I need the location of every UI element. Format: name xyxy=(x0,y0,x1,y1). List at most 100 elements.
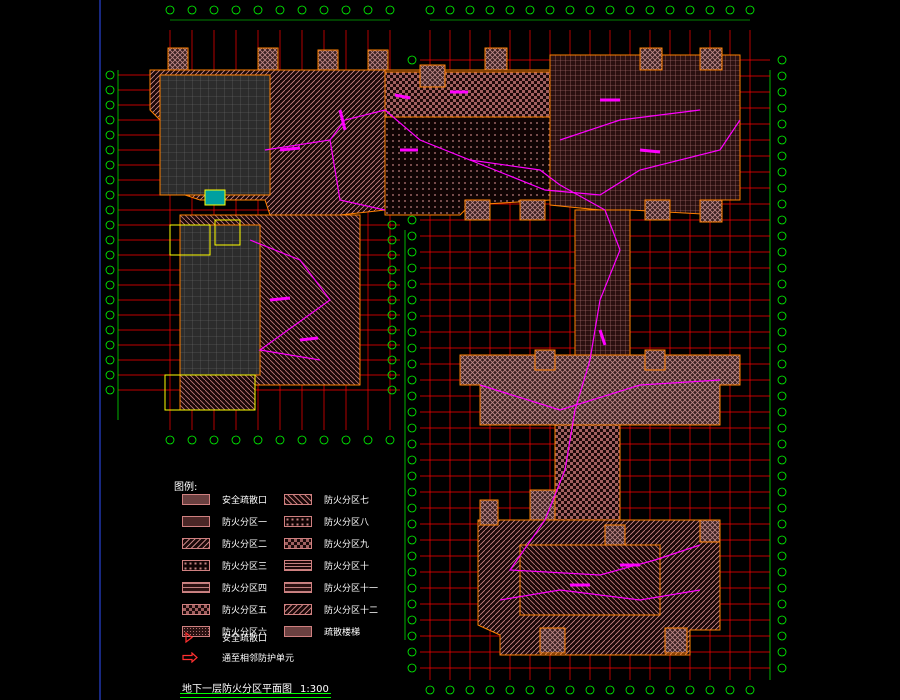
swatch-cross xyxy=(182,493,210,505)
axis-bubble xyxy=(105,190,115,200)
legend-item: 防火分区一 xyxy=(182,514,267,528)
axis-bubble xyxy=(105,325,115,335)
swatch-sdots xyxy=(182,559,210,571)
axis-bubble xyxy=(777,135,787,145)
axis-bubble xyxy=(297,435,307,445)
axis-bubble xyxy=(777,167,787,177)
axis-bubble xyxy=(777,567,787,577)
axis-bubble xyxy=(105,115,115,125)
axis-bubble xyxy=(485,5,495,15)
axis-bubble xyxy=(485,685,495,695)
axis-bubble xyxy=(407,215,417,225)
axis-bubble xyxy=(705,685,715,695)
title-underline xyxy=(180,693,331,698)
legend-item: 防火分区十 xyxy=(284,558,369,572)
axis-bubble xyxy=(407,247,417,257)
legend-label: 防火分区十二 xyxy=(324,605,379,616)
axis-bubble xyxy=(777,327,787,337)
axis-bubble xyxy=(777,599,787,609)
axis-bubble xyxy=(565,685,575,695)
legend-label: 防火分区十 xyxy=(324,561,370,572)
axis-bubble xyxy=(777,439,787,449)
legend-label: 防火分区八 xyxy=(324,517,370,528)
axis-bubble xyxy=(105,205,115,215)
axis-bubble xyxy=(645,5,655,15)
axis-bubble xyxy=(777,407,787,417)
legend-label: 通至相邻防护单元 xyxy=(222,653,295,664)
swatch-dots xyxy=(182,515,210,527)
axis-bubble xyxy=(165,5,175,15)
axis-bubble xyxy=(275,5,285,15)
axis-bubble xyxy=(445,685,455,695)
legend-label: 安全疏散口 xyxy=(222,633,268,644)
axis-bubble xyxy=(407,231,417,241)
axis-bubble xyxy=(187,5,197,15)
swatch-grid xyxy=(182,581,210,593)
axis-bubble xyxy=(385,5,395,15)
axis-bubble xyxy=(777,231,787,241)
axis-bubble xyxy=(605,5,615,15)
axis-bubble xyxy=(565,5,575,15)
axis-bubble xyxy=(341,5,351,15)
axis-bubble xyxy=(777,519,787,529)
zone-nw-left xyxy=(159,74,271,196)
axis-bubble xyxy=(105,160,115,170)
swatch-checker xyxy=(182,603,210,615)
axis-bubble xyxy=(685,685,695,695)
axis-bubble xyxy=(105,295,115,305)
axis-bubble xyxy=(407,327,417,337)
legend-item: 防火分区三 xyxy=(182,558,267,572)
axis-bubble xyxy=(407,391,417,401)
axis-bubble xyxy=(445,5,455,15)
legend-item: 防火分区二 xyxy=(182,536,267,550)
drawing-title: 地下一层防火分区平面图 1:300 xyxy=(180,680,331,698)
axis-bubble xyxy=(105,70,115,80)
legend-title: 图例: xyxy=(174,482,198,493)
axis-bubble xyxy=(505,5,515,15)
axis-bubble xyxy=(209,5,219,15)
axis-bubble xyxy=(231,5,241,15)
axis-bubble xyxy=(253,5,263,15)
zone-south-link xyxy=(554,424,621,521)
legend-item: 防火分区五 xyxy=(182,602,267,616)
axis-bubble xyxy=(685,5,695,15)
axis-bubble xyxy=(777,503,787,513)
axis-bubble xyxy=(777,343,787,353)
legend-label: 防火分区十一 xyxy=(324,583,379,594)
legend-symbol-adjacent: 通至相邻防护单元 xyxy=(182,650,294,664)
axis-bubble xyxy=(187,435,197,445)
legend-item: 安全疏散口 xyxy=(182,492,267,506)
zone-south-inner xyxy=(519,544,661,616)
axis-bubble xyxy=(105,250,115,260)
cad-canvas: 图例: 安全疏散口 防火分区一 防火分区二 防火分区三 防火分区四 防火分区五 … xyxy=(0,0,900,700)
axis-bubble xyxy=(105,280,115,290)
axis-bubble xyxy=(385,435,395,445)
axis-bubble xyxy=(105,100,115,110)
swatch-slash xyxy=(284,603,312,615)
axis-bubble xyxy=(777,295,787,305)
legend-label: 防火分区一 xyxy=(222,517,268,528)
legend-symbol-exit: 安全疏散口 xyxy=(182,630,267,644)
legend-label: 防火分区四 xyxy=(222,583,268,594)
axis-bubble xyxy=(585,685,595,695)
axis-bubble xyxy=(105,265,115,275)
axis-bubble xyxy=(425,685,435,695)
axis-bubble xyxy=(777,455,787,465)
zone-north-mid-top xyxy=(384,71,551,118)
axis-bubble xyxy=(545,685,555,695)
legend-item: 防火分区十二 xyxy=(284,602,378,616)
axis-bubble xyxy=(745,685,755,695)
axis-bubble xyxy=(725,5,735,15)
legend-item: 防火分区四 xyxy=(182,580,267,594)
axis-bubble xyxy=(319,435,329,445)
legend-label: 疏散楼梯 xyxy=(324,627,361,638)
legend-item: 防火分区十一 xyxy=(284,580,378,594)
swatch-grid xyxy=(284,581,312,593)
axis-bubble xyxy=(525,5,535,15)
axis-bubble xyxy=(407,439,417,449)
axis-bubble xyxy=(407,343,417,353)
axis-bubble xyxy=(465,685,475,695)
axis-bubble xyxy=(105,130,115,140)
axis-bubble xyxy=(777,55,787,65)
axis-bubble xyxy=(297,5,307,15)
